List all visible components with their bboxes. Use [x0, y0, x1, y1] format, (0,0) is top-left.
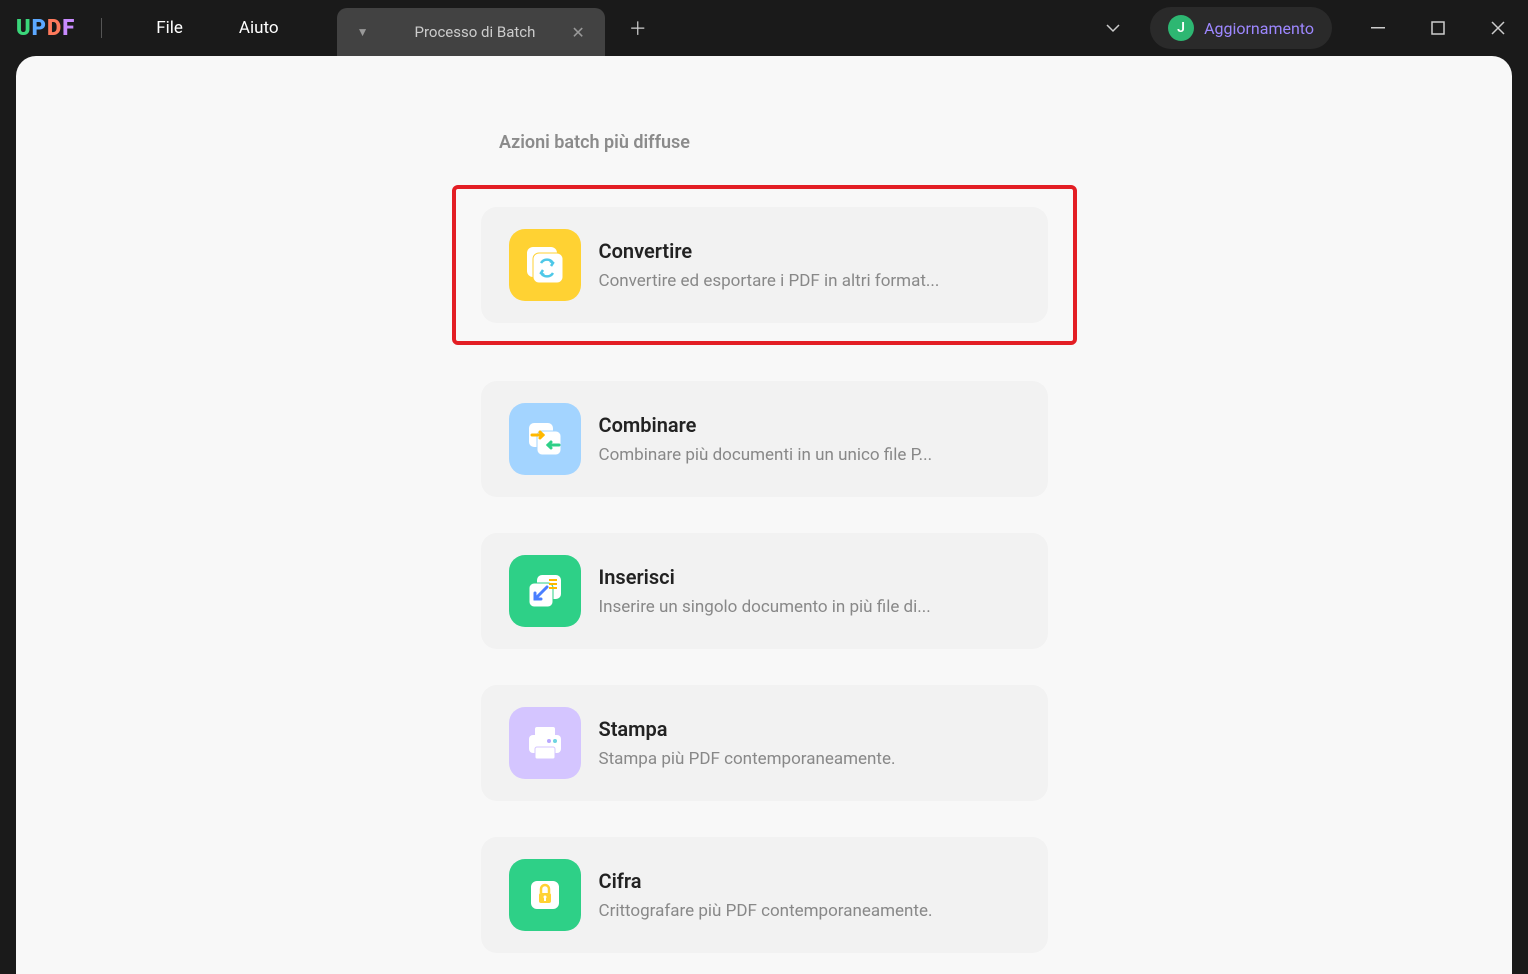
- section-title: Azioni batch più diffuse: [499, 132, 1512, 153]
- card-print-desc: Stampa più PDF contemporaneamente.: [599, 749, 896, 769]
- tab-dropdown-icon[interactable]: ▼: [357, 25, 369, 39]
- combine-icon: [509, 403, 581, 475]
- tab-bar: ▼ Processo di Batch ✕ ＋: [337, 0, 647, 56]
- card-insert-desc: Inserire un singolo documento in più fil…: [599, 597, 931, 617]
- window-controls: [1364, 14, 1512, 42]
- batch-action-list: Convertire Convertire ed esportare i PDF…: [16, 185, 1512, 953]
- card-insert[interactable]: Inserisci Inserire un singolo documento …: [481, 533, 1048, 649]
- card-print-title: Stampa: [599, 717, 896, 741]
- menu-file[interactable]: File: [128, 18, 211, 38]
- card-convert-title: Convertire: [599, 239, 940, 263]
- tab-list-dropdown-icon[interactable]: [1092, 16, 1134, 41]
- content-area: Azioni batch più diffuse: [16, 56, 1512, 974]
- new-tab-button[interactable]: ＋: [629, 15, 647, 41]
- card-encrypt[interactable]: Cifra Crittografare più PDF contemporane…: [481, 837, 1048, 953]
- logo-d: D: [47, 16, 62, 41]
- title-bar: U P D F File Aiuto ▼ Processo di Batch ✕…: [0, 0, 1528, 56]
- card-print[interactable]: Stampa Stampa più PDF contemporaneamente…: [481, 685, 1048, 801]
- print-icon: [509, 707, 581, 779]
- card-convert-highlight: Convertire Convertire ed esportare i PDF…: [452, 185, 1077, 345]
- app-logo: U P D F: [16, 16, 75, 41]
- tab-batch-process[interactable]: ▼ Processo di Batch ✕: [337, 8, 605, 56]
- user-label: Aggiornamento: [1204, 19, 1314, 38]
- convert-icon: [509, 229, 581, 301]
- insert-icon: [509, 555, 581, 627]
- tab-label: Processo di Batch: [415, 23, 536, 41]
- minimize-button[interactable]: [1364, 14, 1392, 42]
- card-encrypt-title: Cifra: [599, 869, 933, 893]
- menu-help[interactable]: Aiuto: [211, 18, 307, 38]
- card-combine-title: Combinare: [599, 413, 933, 437]
- close-button[interactable]: [1484, 14, 1512, 42]
- card-encrypt-desc: Crittografare più PDF contemporaneamente…: [599, 901, 933, 921]
- user-avatar: J: [1168, 15, 1194, 41]
- logo-p: P: [32, 16, 47, 41]
- divider: [101, 18, 102, 38]
- user-badge[interactable]: J Aggiornamento: [1150, 7, 1332, 49]
- close-tab-icon[interactable]: ✕: [571, 23, 584, 42]
- card-insert-title: Inserisci: [599, 565, 931, 589]
- logo-f: F: [62, 16, 75, 41]
- maximize-button[interactable]: [1424, 14, 1452, 42]
- title-bar-right: J Aggiornamento: [1092, 7, 1512, 49]
- card-combine-desc: Combinare più documenti in un unico file…: [599, 445, 933, 465]
- card-convert[interactable]: Convertire Convertire ed esportare i PDF…: [481, 207, 1048, 323]
- logo-u: U: [16, 16, 32, 41]
- card-convert-desc: Convertire ed esportare i PDF in altri f…: [599, 271, 940, 291]
- encrypt-icon: [509, 859, 581, 931]
- card-combine[interactable]: Combinare Combinare più documenti in un …: [481, 381, 1048, 497]
